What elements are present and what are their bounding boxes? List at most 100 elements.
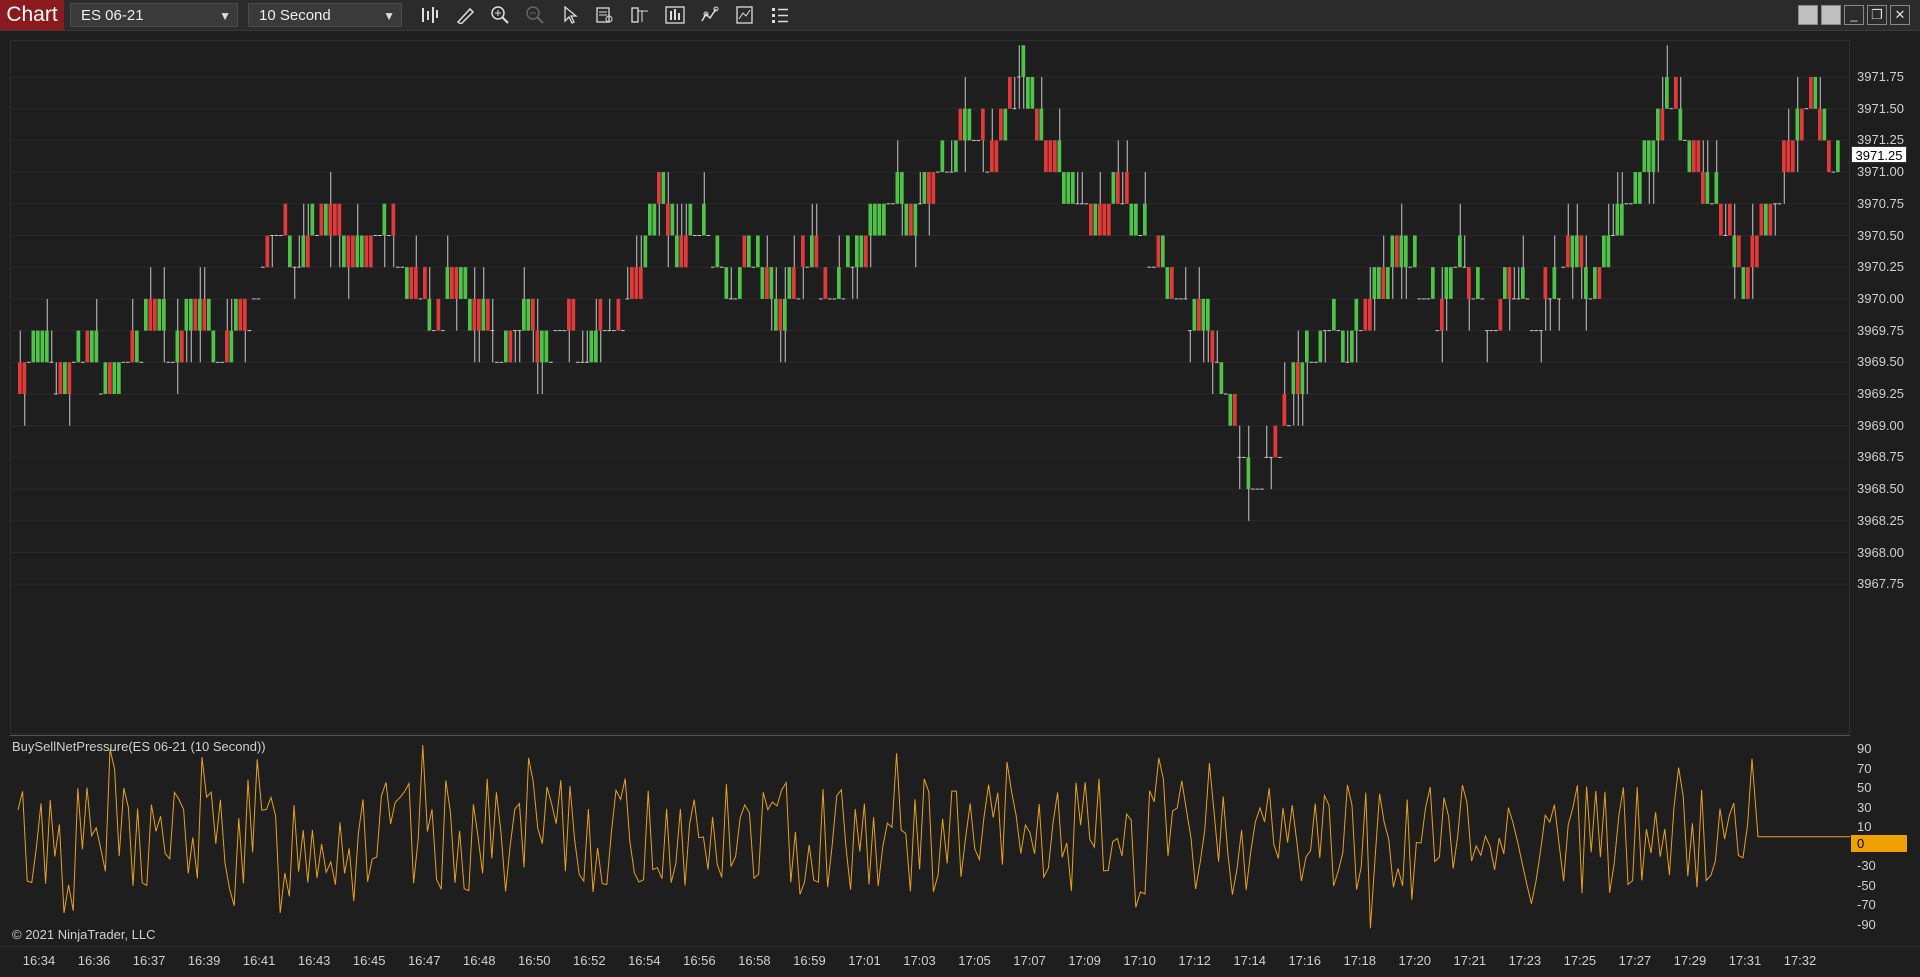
bar-type-icon[interactable] [417,3,443,27]
pane-divider[interactable] [10,735,1850,736]
candle-body [1125,172,1129,204]
candle-body [1638,172,1642,204]
minimize-icon[interactable]: _ [1844,5,1864,25]
time-tick-label: 16:43 [297,953,331,968]
candle-body [351,235,355,268]
interval-selector[interactable]: 10 Second ▼ [248,3,402,27]
price-tick-label: 3968.00 [1857,544,1904,560]
candle-body [40,330,45,363]
candle-body [1449,267,1453,299]
price-tick-label: 3971.50 [1857,100,1904,116]
candle-body [801,235,805,268]
time-tick-label: 17:27 [1618,953,1652,968]
candle-body [1701,172,1705,204]
candle-body [243,298,247,331]
candle-body [477,298,481,331]
indicator-chart[interactable] [10,737,1850,943]
candle-body [1368,298,1372,331]
price-tick-label: 3970.00 [1857,290,1904,306]
properties-icon[interactable] [627,3,653,27]
candle-body [657,172,661,204]
candle-body [180,330,184,363]
candle-body [1818,108,1822,141]
candle-body [364,235,369,268]
price-tick-label: 3970.50 [1857,227,1904,243]
candle-body [1593,267,1597,299]
object-list-icon[interactable] [767,3,793,27]
chart-tab[interactable]: Chart [0,0,64,30]
candle-body [1273,425,1278,458]
candle-body [1687,140,1692,173]
instrument-label: ES 06-21 [81,7,144,24]
time-tick-label: 16:34 [22,953,56,968]
candle-body [702,203,706,236]
price-chart[interactable] [10,40,1850,734]
candle-body [1111,172,1116,204]
instrument-selector[interactable]: ES 06-21 ▼ [70,3,238,27]
candle-body [990,140,994,173]
last-price-marker: 3971.25 [1851,146,1907,163]
candle-body [783,298,787,331]
candle-body [31,330,36,363]
zoom-in-icon[interactable] [487,3,513,27]
candle-body [1444,267,1449,299]
candle-body [589,330,594,363]
tile-icon[interactable] [1821,5,1841,25]
time-tick-label: 17:32 [1783,953,1817,968]
candle-body [1503,267,1507,299]
candle-body [531,298,535,331]
time-tick-label: 17:21 [1453,953,1487,968]
interval-label: 10 Second [259,7,331,24]
candle-body [1228,394,1233,426]
candle-body [571,298,576,331]
tile-icon[interactable] [1798,5,1818,25]
indicator-last-value: 0 [1851,835,1907,852]
candle-body [1390,235,1395,268]
candle-body [1800,108,1804,141]
candle-body [666,203,670,236]
indicator-tick-label: -70 [1857,897,1876,912]
candle-body [535,330,540,363]
candle-body [958,108,963,141]
candle-body [1197,298,1201,331]
candle-body [58,362,63,394]
candle-body [1827,140,1831,173]
candle-body [328,203,333,236]
zoom-out-icon[interactable] [522,3,548,27]
candle-body [1354,298,1359,331]
close-icon[interactable]: ✕ [1890,5,1910,25]
candle-body [486,298,490,331]
chevron-down-icon: ▼ [383,9,395,23]
candle-body [1008,77,1012,109]
candle-body [207,298,211,331]
candle-body [544,330,549,363]
candle-body [1030,77,1035,109]
candle-body [1570,235,1575,268]
time-tick-label: 16:52 [573,953,606,968]
copyright-text: © 2021 NinjaTrader, LLC [12,927,156,942]
candle-body [994,140,999,173]
candle-body [1633,172,1638,204]
time-tick-label: 17:18 [1343,953,1377,968]
strategies-icon[interactable] [697,3,723,27]
candle-body [643,235,648,268]
time-tick-label: 17:01 [848,953,881,968]
indicators-icon[interactable] [732,3,758,27]
candle-body [1044,140,1048,173]
time-tick-label: 16:54 [628,953,661,968]
draw-pencil-icon[interactable] [452,3,478,27]
candle-body [445,267,450,299]
pointer-icon[interactable] [557,3,583,27]
time-tick-label: 16:41 [242,953,276,968]
time-tick-label: 17:10 [1123,953,1156,968]
candle-body [616,298,621,331]
candle-body [1377,267,1381,299]
time-tick-label: 17:20 [1398,953,1432,968]
candle-body [454,267,459,299]
candle-body [175,330,180,363]
chart-trader-icon[interactable] [662,3,688,27]
data-box-icon[interactable] [592,3,618,27]
restore-icon[interactable]: ❐ [1867,5,1887,25]
candle-body [1836,140,1840,173]
candle-body [36,330,40,363]
